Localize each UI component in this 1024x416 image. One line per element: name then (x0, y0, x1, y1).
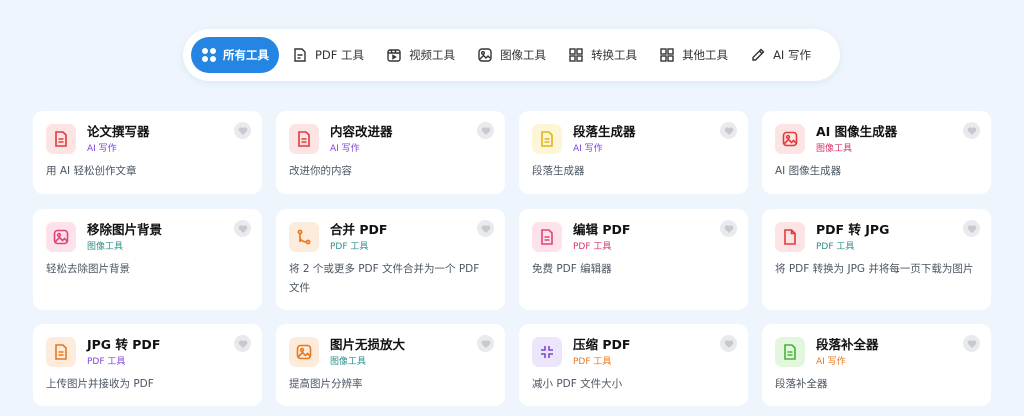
card-title: 合并 PDF (330, 222, 388, 237)
image-icon (289, 337, 319, 367)
favorite-heart-icon[interactable] (477, 335, 494, 352)
category-tab-bar: 所有工具 PDF 工具 视频工具 图像工具 转换工具 其他工具 AI 写作 (183, 29, 840, 81)
favorite-heart-icon[interactable] (234, 220, 251, 237)
card-title: JPG 转 PDF (87, 337, 161, 352)
card-description: 段落补全器 (775, 378, 828, 390)
card-title: 压缩 PDF (573, 337, 631, 352)
pen-icon (752, 48, 765, 61)
card-description: 改进你的内容 (289, 165, 352, 177)
tab-label: AI 写作 (773, 48, 811, 62)
favorite-heart-icon[interactable] (234, 122, 251, 139)
card-description: 提高图片分辨率 (289, 378, 363, 390)
favorite-heart-icon[interactable] (720, 335, 737, 352)
card-description: 将 PDF 转换为 JPG 并将每一页下载为图片 (775, 263, 974, 275)
pdf-doc-icon (294, 48, 306, 62)
tool-card-paragraph-generator[interactable]: 段落生成器 AI 写作 段落生成器 (519, 111, 748, 194)
tool-card-content-improver[interactable]: 内容改进器 AI 写作 改进你的内容 (276, 111, 505, 194)
card-title: 图片无损放大 (330, 337, 406, 352)
card-title: AI 图像生成器 (816, 124, 898, 139)
tool-card-essay-writer[interactable]: 论文撰写器 AI 写作 用 AI 轻松创作文章 (33, 111, 262, 194)
card-category-tag: AI 写作 (573, 144, 603, 154)
document-icon (46, 124, 76, 154)
card-description: 减小 PDF 文件大小 (532, 378, 623, 390)
tab-label: 图像工具 (500, 48, 547, 62)
card-description: 轻松去除图片背景 (46, 263, 130, 275)
grid-dots-icon (202, 48, 216, 62)
tool-card-jpg-to-pdf[interactable]: JPG 转 PDF PDF 工具 上传图片并接收为 PDF (33, 324, 262, 406)
document-icon (775, 337, 805, 367)
card-description: 将 2 个或更多 PDF 文件合并为一个 PDF 文件 (289, 263, 480, 294)
card-category-tag: AI 写作 (816, 357, 846, 367)
card-title: PDF 转 JPG (816, 222, 890, 237)
tab-image-tools[interactable]: 图像工具 (468, 37, 555, 73)
tool-card-paragraph-completer[interactable]: 段落补全器 AI 写作 段落补全器 (762, 324, 991, 406)
tool-card-ai-image-generator[interactable]: AI 图像生成器 图像工具 AI 图像生成器 (762, 111, 991, 194)
image-icon (478, 48, 492, 62)
tab-label: 其他工具 (682, 48, 729, 62)
card-category-tag: PDF 工具 (573, 357, 612, 367)
tool-card-edit-pdf[interactable]: 编辑 PDF PDF 工具 免费 PDF 编辑器 (519, 209, 748, 310)
favorite-heart-icon[interactable] (720, 220, 737, 237)
card-category-tag: AI 写作 (87, 144, 117, 154)
tool-card-image-upscale[interactable]: 图片无损放大 图像工具 提高图片分辨率 (276, 324, 505, 406)
file-icon (775, 222, 805, 252)
favorite-heart-icon[interactable] (963, 220, 980, 237)
card-title: 编辑 PDF (573, 222, 631, 237)
favorite-heart-icon[interactable] (477, 122, 494, 139)
grid-squares-icon (660, 48, 674, 62)
card-description: 段落生成器 (532, 165, 585, 177)
image-icon (775, 124, 805, 154)
tab-label: PDF 工具 (315, 48, 365, 62)
favorite-heart-icon[interactable] (477, 220, 494, 237)
document-icon (289, 124, 319, 154)
video-icon (387, 49, 401, 62)
tab-label: 所有工具 (223, 48, 269, 62)
document-icon (532, 222, 562, 252)
card-category-tag: 图像工具 (816, 144, 853, 154)
tab-ai-writing[interactable]: AI 写作 (741, 37, 820, 73)
favorite-heart-icon[interactable] (720, 122, 737, 139)
merge-icon (289, 222, 319, 252)
card-title: 论文撰写器 (87, 124, 150, 139)
card-category-tag: PDF 工具 (330, 242, 369, 252)
card-category-tag: PDF 工具 (816, 242, 855, 252)
tool-grid-row-1: 论文撰写器 AI 写作 用 AI 轻松创作文章 内容改进器 AI 写作 改进你的… (33, 111, 991, 194)
compress-icon (532, 337, 562, 367)
card-title: 段落生成器 (573, 124, 636, 139)
card-title: 段落补全器 (816, 337, 879, 352)
card-category-tag: 图像工具 (87, 242, 124, 252)
tool-card-compress-pdf[interactable]: 压缩 PDF PDF 工具 减小 PDF 文件大小 (519, 324, 748, 406)
tab-video-tools[interactable]: 视频工具 (377, 37, 464, 73)
card-category-tag: 图像工具 (330, 357, 367, 367)
favorite-heart-icon[interactable] (963, 122, 980, 139)
image-icon (46, 222, 76, 252)
tab-convert-tools[interactable]: 转换工具 (559, 37, 646, 73)
favorite-heart-icon[interactable] (234, 335, 251, 352)
card-description: 上传图片并接收为 PDF (46, 378, 154, 390)
tab-all-tools[interactable]: 所有工具 (191, 37, 279, 73)
tool-grid-row-2: 移除图片背景 图像工具 轻松去除图片背景 合并 PDF PDF 工具 将 2 个… (33, 209, 991, 310)
document-icon (46, 337, 76, 367)
card-category-tag: PDF 工具 (573, 242, 612, 252)
card-description: 用 AI 轻松创作文章 (46, 165, 137, 177)
tab-pdf-tools[interactable]: PDF 工具 (283, 37, 373, 73)
favorite-heart-icon[interactable] (963, 335, 980, 352)
card-category-tag: AI 写作 (330, 144, 360, 154)
tab-label: 转换工具 (591, 48, 638, 62)
card-category-tag: PDF 工具 (87, 357, 126, 367)
card-title: 内容改进器 (330, 124, 393, 139)
grid-squares-icon (569, 48, 583, 62)
tool-card-remove-background[interactable]: 移除图片背景 图像工具 轻松去除图片背景 (33, 209, 262, 310)
document-icon (532, 124, 562, 154)
tool-card-pdf-to-jpg[interactable]: PDF 转 JPG PDF 工具 将 PDF 转换为 JPG 并将每一页下载为图… (762, 209, 991, 310)
tab-other-tools[interactable]: 其他工具 (650, 37, 737, 73)
tool-grid-row-3: JPG 转 PDF PDF 工具 上传图片并接收为 PDF 图片无损放大 图像工… (33, 324, 991, 406)
card-description: AI 图像生成器 (775, 165, 842, 177)
card-description: 免费 PDF 编辑器 (532, 263, 612, 275)
tool-card-merge-pdf[interactable]: 合并 PDF PDF 工具 将 2 个或更多 PDF 文件合并为一个 PDF 文… (276, 209, 505, 310)
tab-label: 视频工具 (409, 48, 456, 62)
card-title: 移除图片背景 (87, 222, 163, 237)
